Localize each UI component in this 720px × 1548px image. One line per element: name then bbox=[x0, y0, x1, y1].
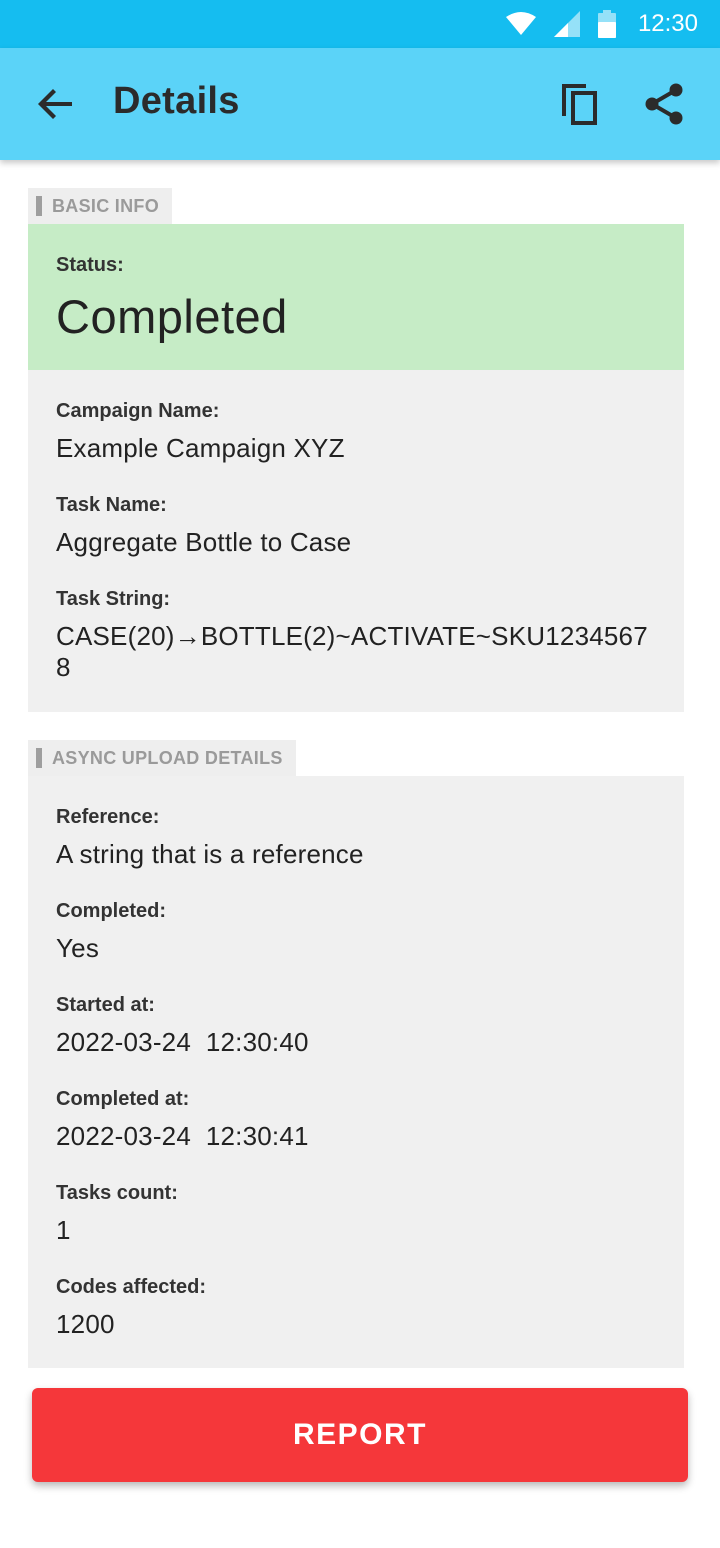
battery-icon bbox=[597, 10, 616, 38]
tasks-count-field: Tasks count: 1 bbox=[56, 1182, 656, 1246]
started-at-field: Started at: 2022-03-24 12:30:40 bbox=[56, 994, 656, 1058]
field-label: Tasks count: bbox=[56, 1182, 178, 1204]
status-card: Status: Completed bbox=[28, 224, 684, 370]
report-button[interactable]: REPORT bbox=[32, 1388, 688, 1482]
page-title: Details bbox=[113, 80, 240, 122]
field-value: Yes bbox=[56, 933, 100, 963]
reference-field: Reference: A string that is a reference bbox=[56, 806, 656, 870]
field-value: Example Campaign XYZ bbox=[56, 433, 345, 463]
section-marker bbox=[36, 196, 42, 216]
field-label: Task Name: bbox=[56, 494, 167, 516]
completed-at-field: Completed at: 2022-03-24 12:30:41 bbox=[56, 1088, 656, 1152]
completed-field: Completed: Yes bbox=[56, 900, 656, 964]
field-label: Reference: bbox=[56, 806, 160, 828]
copy-icon[interactable] bbox=[556, 80, 604, 128]
field-value: 2022-03-24 12:30:41 bbox=[56, 1121, 309, 1151]
field-label: Started at: bbox=[56, 994, 155, 1016]
share-icon[interactable] bbox=[640, 80, 688, 128]
status-bar: 12:30 bbox=[0, 0, 720, 48]
field-value: CASE(20)→BOTTLE(2)~ACTIVATE~SKU12345678 bbox=[56, 621, 648, 682]
app-bar: Details bbox=[0, 48, 720, 160]
async-upload-header: ASYNC UPLOAD DETAILS bbox=[28, 740, 296, 776]
field-value: 2022-03-24 12:30:40 bbox=[56, 1027, 309, 1057]
wifi-icon bbox=[505, 12, 536, 35]
field-label: Codes affected: bbox=[56, 1276, 207, 1298]
field-label: Completed at: bbox=[56, 1088, 190, 1110]
campaign-name-field: Campaign Name: Example Campaign XYZ bbox=[56, 400, 656, 464]
status-value: Completed bbox=[56, 290, 288, 343]
async-upload-card: Reference: A string that is a reference … bbox=[28, 776, 684, 1368]
field-label: Completed: bbox=[56, 900, 166, 922]
field-value: 1200 bbox=[56, 1309, 115, 1339]
codes-affected-field: Codes affected: 1200 bbox=[56, 1276, 656, 1340]
field-value: 1 bbox=[56, 1215, 71, 1245]
basic-info-card: Campaign Name: Example Campaign XYZ Task… bbox=[28, 370, 684, 712]
field-value: Aggregate Bottle to Case bbox=[56, 527, 352, 557]
basic-info-header: BASIC INFO bbox=[28, 188, 173, 224]
field-label: Campaign Name: bbox=[56, 400, 220, 422]
arrow-back-icon[interactable] bbox=[34, 82, 78, 126]
signal-icon bbox=[553, 11, 580, 37]
field-label: Task String: bbox=[56, 588, 171, 610]
status-time: 12:30 bbox=[637, 10, 698, 37]
task-string-field: Task String: CASE(20)→BOTTLE(2)~ACTIVATE… bbox=[56, 588, 656, 683]
field-value: A string that is a reference bbox=[56, 839, 364, 869]
basic-info-header-label: BASIC INFO bbox=[52, 195, 160, 216]
status-label: Status: bbox=[56, 254, 124, 276]
task-name-field: Task Name: Aggregate Bottle to Case bbox=[56, 494, 656, 558]
async-upload-header-label: ASYNC UPLOAD DETAILS bbox=[52, 747, 283, 768]
section-marker bbox=[36, 748, 42, 768]
